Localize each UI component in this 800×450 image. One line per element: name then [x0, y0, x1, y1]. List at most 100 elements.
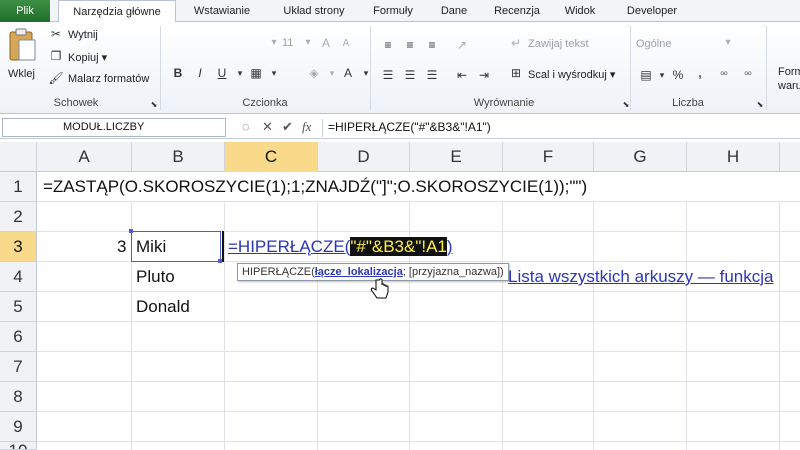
conditional-format-label-1[interactable]: Form	[778, 66, 800, 78]
insert-function-icon[interactable]: fx	[302, 119, 311, 135]
tab-home[interactable]: Narzędzia główne	[58, 0, 176, 23]
wrap-text-icon: ↵	[510, 36, 522, 50]
row-header-4[interactable]: 4	[0, 262, 37, 292]
tooltip-function[interactable]: HIPERŁĄCZE(	[242, 266, 315, 278]
circle-icon[interactable]: ◌	[242, 119, 250, 134]
formula-closing-paren: )	[446, 237, 453, 256]
number-format-select[interactable]: Ogólne ▾	[636, 36, 740, 54]
chevron-down-icon[interactable]: ▾	[266, 66, 282, 82]
cell-c3-editing[interactable]: =HIPERŁĄCZE("#"&B3&"!A1)	[228, 232, 453, 262]
name-box[interactable]: MODUŁ.LICZBY	[2, 118, 226, 137]
borders-icon[interactable]: ▦	[248, 66, 264, 82]
row-header-7[interactable]: 7	[0, 352, 37, 382]
tab-insert[interactable]: Wstawianie	[176, 0, 268, 22]
number-group-label: Liczba	[672, 97, 704, 109]
row-header-5[interactable]: 5	[0, 292, 37, 322]
font-color-icon[interactable]: A	[340, 66, 356, 82]
tab-formulas[interactable]: Formuły	[360, 0, 426, 22]
align-middle-icon[interactable]: ≡	[402, 38, 418, 54]
column-header-c[interactable]: C	[225, 142, 318, 172]
gridline	[502, 202, 503, 450]
decrease-indent-icon[interactable]: ⇤	[454, 68, 470, 84]
column-header-a[interactable]: A	[37, 142, 132, 172]
underline-icon[interactable]: U	[214, 66, 230, 82]
copy-button[interactable]: ❐ Kopiuj ▾	[48, 48, 148, 66]
tab-file[interactable]: Plik	[0, 0, 50, 22]
paste-button[interactable]: Wklej	[4, 26, 40, 90]
row-header-8[interactable]: 8	[0, 382, 37, 412]
tab-data[interactable]: Dane	[426, 0, 482, 22]
column-header-d[interactable]: D	[318, 142, 410, 172]
formula-function-name: =HIPERŁĄCZE(	[228, 237, 351, 256]
cell-a1[interactable]: =ZASTĄP(O.SKOROSZYCIE(1);1;ZNAJDŹ("]";O.…	[43, 172, 587, 202]
row-header-3[interactable]: 3	[0, 232, 37, 262]
chevron-down-icon[interactable]: ▾	[324, 66, 340, 82]
range-reference-box	[131, 231, 221, 262]
cell-e4-link[interactable]: Lista wszystkich arkuszy — funkcja	[508, 262, 773, 292]
increase-decimal-icon[interactable]: ⁰⁰	[716, 68, 732, 84]
tab-view[interactable]: Widok	[552, 0, 608, 22]
italic-icon[interactable]: I	[192, 66, 208, 82]
shrink-font-icon[interactable]: A	[338, 37, 354, 53]
row-header-9[interactable]: 9	[0, 412, 37, 442]
tooltip-arg-current[interactable]: łącze_lokalizacja	[315, 266, 403, 278]
align-top-icon[interactable]: ≡	[380, 38, 396, 54]
chevron-down-icon[interactable]: ▾	[266, 36, 282, 52]
wrap-text-button[interactable]: ↵ Zawijaj tekst	[508, 36, 608, 54]
merge-center-button[interactable]: ⊞ Scal i wyśrodkuj ▾	[508, 66, 626, 84]
cell-b4[interactable]: Pluto	[136, 262, 175, 292]
conditional-format-label-2[interactable]: waru	[778, 80, 800, 92]
fill-color-icon[interactable]: ◈	[306, 66, 322, 82]
row-header-10[interactable]: 10	[0, 442, 37, 450]
cancel-icon[interactable]: ✕	[262, 119, 273, 135]
tab-developer[interactable]: Developer	[608, 0, 696, 22]
chevron-down-icon[interactable]: ▾	[232, 66, 248, 82]
chevron-down-icon[interactable]: ▾	[300, 36, 316, 52]
format-painter-label: Malarz formatów	[68, 73, 150, 85]
column-header-f[interactable]: F	[503, 142, 594, 172]
cut-label: Wytnij	[68, 29, 98, 41]
format-painter-button[interactable]: 🖌 Malarz formatów	[48, 70, 160, 88]
column-header-h[interactable]: H	[687, 142, 780, 172]
increase-indent-icon[interactable]: ⇥	[476, 68, 492, 84]
bold-icon[interactable]: B	[170, 66, 186, 82]
accounting-format-icon[interactable]: ▤	[638, 68, 654, 84]
align-left-icon[interactable]: ☰	[380, 68, 396, 84]
tab-review[interactable]: Recenzja	[482, 0, 552, 22]
align-center-icon[interactable]: ☰	[402, 68, 418, 84]
chevron-down-icon[interactable]: ▾	[654, 68, 670, 84]
align-right-icon[interactable]: ☰	[424, 68, 440, 84]
column-header-e[interactable]: E	[410, 142, 503, 172]
column-header-g[interactable]: G	[594, 142, 687, 172]
orientation-icon[interactable]: ↗	[454, 38, 470, 54]
select-all-corner[interactable]	[0, 142, 37, 172]
font-size-box[interactable]: 11	[282, 37, 293, 49]
row-header-6[interactable]: 6	[0, 322, 37, 352]
cell-b5[interactable]: Donald	[136, 292, 190, 322]
scissors-icon: ✂	[50, 27, 62, 41]
tooltip-arg-optional[interactable]: [przyjazna_nazwa])	[406, 266, 504, 278]
ribbon: Wklej ✂ Wytnij ❐ Kopiuj ▾ 🖌 Malarz forma…	[0, 22, 800, 114]
font-group-label: Czcionka	[242, 97, 288, 109]
tab-page-layout[interactable]: Układ strony	[268, 0, 360, 22]
enter-icon[interactable]: ✔	[282, 119, 293, 135]
row-header-2[interactable]: 2	[0, 202, 37, 232]
percent-icon[interactable]: %	[670, 68, 686, 84]
group-separator	[630, 26, 631, 110]
decrease-decimal-icon[interactable]: ⁰⁰	[740, 68, 756, 84]
cut-button[interactable]: ✂ Wytnij	[48, 26, 148, 44]
column-header-b[interactable]: B	[132, 142, 225, 172]
grow-font-icon[interactable]: A	[318, 36, 334, 52]
chevron-down-icon[interactable]: ▾	[358, 66, 374, 82]
align-bottom-icon[interactable]: ≡	[424, 38, 440, 54]
excel-window: Plik Narzędzia główne Wstawianie Układ s…	[0, 0, 800, 450]
paintbrush-icon: 🖌	[48, 71, 64, 85]
copy-label: Kopiuj ▾	[68, 52, 108, 64]
formula-input[interactable]: =HIPERŁĄCZE("#"&B3&"!A1")	[328, 119, 491, 136]
cell-a3[interactable]: 3	[117, 232, 126, 262]
range-handle[interactable]	[129, 229, 133, 233]
gridline	[593, 202, 594, 450]
comma-style-icon[interactable]: ,	[692, 65, 708, 82]
clipboard-group-label: Schowek	[53, 97, 99, 109]
row-header-1[interactable]: 1	[0, 172, 37, 202]
